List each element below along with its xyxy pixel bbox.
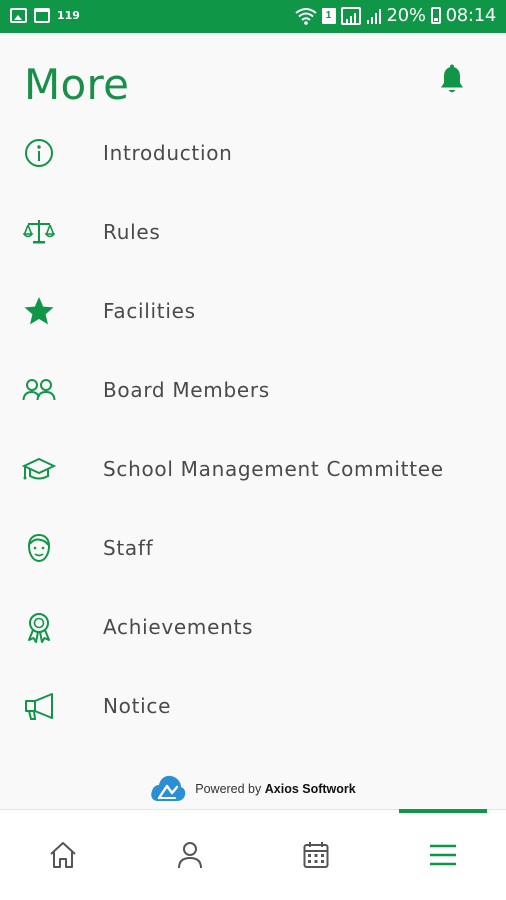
powered-by: Powered by Axios Softwork	[0, 773, 506, 805]
home-icon	[50, 842, 76, 868]
bell-icon[interactable]	[438, 64, 466, 96]
nav-calendar[interactable]	[253, 810, 380, 900]
menu-item-label: Achievements	[103, 614, 254, 639]
graduation-cap-icon	[22, 453, 56, 485]
nav-more[interactable]	[380, 809, 506, 900]
status-bar: 119 1 20% 08:14	[0, 0, 506, 33]
menu-item-notice[interactable]: Notice	[0, 666, 506, 745]
star-icon	[22, 295, 56, 327]
signal-box-icon	[340, 6, 361, 25]
battery-percent: 20%	[386, 5, 426, 26]
powered-brand: Axios Softwork	[264, 782, 356, 796]
menu-item-rules[interactable]: Rules	[0, 192, 506, 271]
menu-item-label: Staff	[103, 535, 154, 560]
nav-home[interactable]	[0, 810, 127, 900]
more-menu: Introduction Rules Facilities Board Memb…	[0, 113, 506, 745]
info-icon	[22, 137, 56, 169]
menu-item-board-members[interactable]: Board Members	[0, 350, 506, 429]
users-icon	[22, 374, 56, 406]
menu-item-label: Board Members	[103, 377, 270, 402]
calendar-icon	[34, 8, 50, 23]
menu-item-achievements[interactable]: Achievements	[0, 587, 506, 666]
menu-item-facilities[interactable]: Facilities	[0, 271, 506, 350]
image-icon	[10, 8, 27, 23]
nav-profile[interactable]	[127, 810, 254, 900]
signal-icon	[366, 8, 381, 24]
megaphone-icon	[22, 690, 56, 722]
menu-item-staff[interactable]: Staff	[0, 508, 506, 587]
award-icon	[22, 611, 56, 643]
battery-icon	[430, 7, 441, 24]
bottom-nav	[0, 809, 506, 900]
menu-item-introduction[interactable]: Introduction	[0, 113, 506, 192]
menu-item-label: Introduction	[103, 140, 233, 165]
menu-icon	[429, 844, 456, 866]
menu-item-label: Rules	[103, 219, 161, 244]
notification-count: 119	[57, 9, 80, 22]
wifi-icon	[294, 7, 317, 25]
clock: 08:14	[445, 5, 497, 26]
menu-item-label: Notice	[103, 693, 172, 718]
menu-item-label: Facilities	[103, 298, 196, 323]
face-icon	[22, 532, 56, 564]
powered-by-text: Powered by Axios Softwork	[195, 782, 356, 796]
sim-icon: 1	[321, 7, 336, 24]
powered-prefix: Powered by	[195, 782, 262, 796]
menu-item-school-management-committee[interactable]: School Management Committee	[0, 429, 506, 508]
menu-item-label: School Management Committee	[103, 456, 444, 481]
page-title: More	[24, 60, 130, 109]
profile-icon	[177, 842, 202, 869]
axios-logo-icon	[151, 775, 186, 801]
scales-icon	[22, 216, 56, 248]
calendar-icon	[303, 842, 329, 868]
